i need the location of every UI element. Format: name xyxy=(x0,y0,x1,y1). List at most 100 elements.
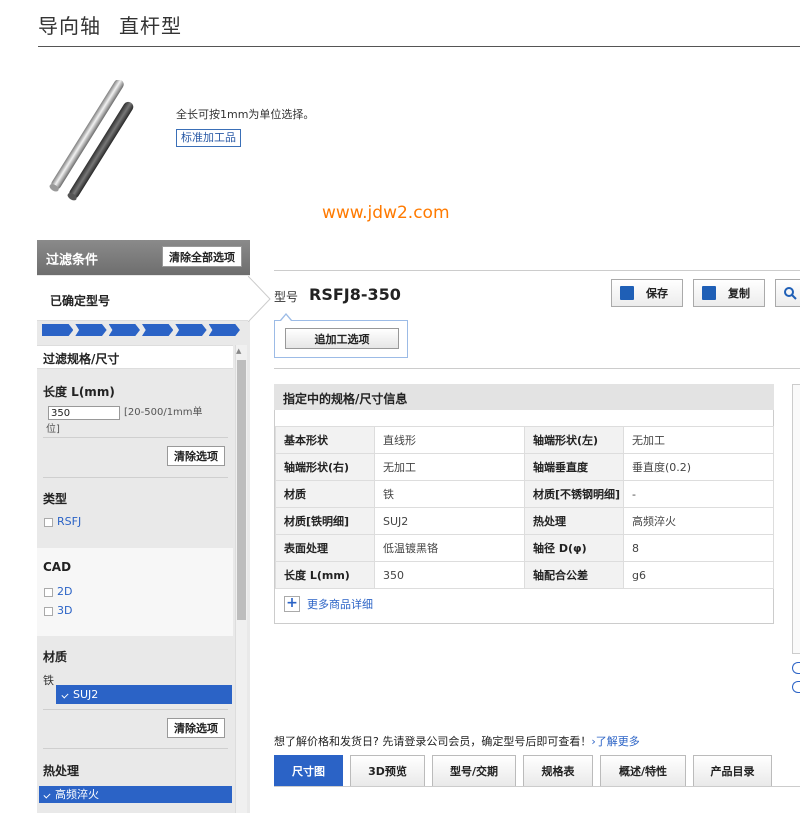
heat-option-label: 高频淬火 xyxy=(55,788,99,801)
copy-icon xyxy=(702,286,716,300)
confirmed-pointer-icon xyxy=(248,276,271,322)
callout-tip-inner xyxy=(281,315,291,321)
page-title-sub: 直杆型 xyxy=(119,14,182,38)
tab-label: 型号/交期 xyxy=(449,765,499,778)
main-divider xyxy=(274,270,800,271)
length-filter-title: 长度 L(mm) xyxy=(43,385,115,399)
spec-row: 长度 L(mm) 350 轴配合公差 g6 xyxy=(275,561,774,589)
cad-option-3d[interactable]: 3D xyxy=(44,604,72,617)
progress-step xyxy=(175,324,207,336)
spec-key: 基本形状 xyxy=(275,426,375,454)
add-processing-option-button[interactable]: 追加工选项 xyxy=(285,328,399,349)
page-title: 导向轴 直杆型 xyxy=(38,10,182,39)
spec-row: 材质铁材质[不锈钢明细] - xyxy=(275,480,774,508)
spec-row: 轴端形状(右) 无加工 轴端垂直度 垂直度(0.2) xyxy=(275,453,774,481)
spec-table: 基本形状 直线形 轴端形状(左) 无加工 轴端形状(右) 无加工 轴端垂直度 垂直度(0.2)… xyxy=(275,426,774,589)
divider xyxy=(43,477,228,478)
spec-info-title: 指定中的规格/尺寸信息 xyxy=(283,392,408,406)
spec-key: 长度 L(mm) xyxy=(275,561,375,589)
filter-title: 过滤条件 xyxy=(46,253,99,268)
progress-step xyxy=(42,324,74,336)
cad-option-2d[interactable]: 2D xyxy=(44,585,72,598)
checkbox-checked-icon xyxy=(42,790,51,800)
more-details-link[interactable]: + 更多商品详细 xyxy=(284,596,373,612)
progress-step xyxy=(208,324,240,336)
title-divider xyxy=(38,46,800,47)
spec-key: 轴配合公差 xyxy=(524,561,624,589)
spec-row: 表面处理 低温镀黑铬 轴径 D(φ) 8 xyxy=(275,534,774,562)
divider xyxy=(43,748,228,749)
progress-step xyxy=(141,324,174,336)
spec-key: 轴端垂直度 xyxy=(524,453,624,481)
material-clear-button[interactable]: 清除选项 xyxy=(167,718,225,738)
spec-value: 8 xyxy=(623,534,774,562)
type-filter-title: 类型 xyxy=(43,492,68,506)
spec-key: 表面处理 xyxy=(275,534,375,562)
login-notice: 想了解价格和发货日? 先请登录公司会员，确定型号后即可查看！›了解更多 xyxy=(274,733,640,749)
login-notice-text: 想了解价格和发货日? 先请登录公司会员，确定型号后即可查看！ xyxy=(274,735,592,748)
type-option-label: RSFJ xyxy=(57,515,82,528)
material-filter-title: 材质 xyxy=(43,650,68,664)
main-divider xyxy=(274,368,800,369)
side-panel-edge xyxy=(792,384,800,654)
spec-filter-label: 过滤规格/尺寸 xyxy=(43,352,120,366)
spec-key: 材质 xyxy=(275,480,375,508)
model-label: 型号 xyxy=(274,290,299,304)
copy-button[interactable]: 复制 xyxy=(693,279,765,307)
spec-key: 材质[不锈钢明细] xyxy=(524,480,624,508)
spec-value: - xyxy=(623,480,774,508)
product-description: 全长可按1mm为单位选择。 xyxy=(176,108,315,121)
length-range-hint-cont: 位] xyxy=(46,424,60,435)
spec-value: 低温镀黑铬 xyxy=(374,534,525,562)
cad-filter-title: CAD xyxy=(43,560,72,574)
confirmed-model-label: 已确定型号 xyxy=(50,294,111,308)
tab-catalog[interactable]: 产品目录 xyxy=(693,755,772,786)
tab-overview[interactable]: 概述/特性 xyxy=(600,755,686,786)
spec-value: 垂直度(0.2) xyxy=(623,453,774,481)
tab-spec-sheet[interactable]: 规格表 xyxy=(523,755,593,786)
type-option-rsfj[interactable]: RSFJ xyxy=(44,515,81,528)
progress-steps xyxy=(42,324,242,336)
tab-3d-preview[interactable]: 3D预览 xyxy=(350,755,425,786)
scroll-up-icon[interactable]: ▲ xyxy=(236,347,241,355)
checkbox-icon xyxy=(44,606,53,616)
save-button[interactable]: 保存 xyxy=(611,279,683,307)
length-input[interactable] xyxy=(48,406,120,420)
spec-value: 直线形 xyxy=(374,426,525,454)
search-button[interactable] xyxy=(775,279,800,307)
spec-row: 基本形状 直线形 轴端形状(左) 无加工 xyxy=(275,426,774,454)
tab-model-delivery[interactable]: 型号/交期 xyxy=(432,755,516,786)
progress-step xyxy=(108,324,140,336)
side-info-icon[interactable] xyxy=(792,662,800,674)
material-option-suj2[interactable]: SUJ2 xyxy=(56,685,232,704)
save-button-label: 保存 xyxy=(646,287,668,300)
spec-key: 材质[铁明细] xyxy=(275,507,375,535)
learn-more-link[interactable]: ›了解更多 xyxy=(591,735,639,748)
standard-processing-tag[interactable]: 标准加工品 xyxy=(176,129,241,147)
plus-icon: + xyxy=(284,596,300,612)
spec-key: 轴端形状(左) xyxy=(524,426,624,454)
search-icon xyxy=(784,287,797,300)
cad-option-label: 2D xyxy=(57,585,73,598)
spec-value: SUJ2 xyxy=(374,507,525,535)
side-info-icon[interactable] xyxy=(792,681,800,693)
site-watermark: www.jdw2.com xyxy=(322,203,450,223)
copy-button-label: 复制 xyxy=(728,287,750,300)
clear-all-button[interactable]: 清除全部选项 xyxy=(162,246,242,267)
page-title-main: 导向轴 xyxy=(38,14,101,38)
material-option-label: SUJ2 xyxy=(73,688,99,701)
checkbox-checked-icon xyxy=(60,690,69,700)
tab-dimension-drawing[interactable]: 尺寸图 xyxy=(274,755,343,786)
more-details-label: 更多商品详细 xyxy=(307,598,373,611)
checkbox-icon xyxy=(44,517,53,527)
spec-value: 无加工 xyxy=(374,453,525,481)
material-group-label: 铁 xyxy=(43,674,54,687)
length-clear-button[interactable]: 清除选项 xyxy=(167,446,225,466)
heat-option-induction[interactable]: 高频淬火 xyxy=(39,786,232,803)
spec-key: 热处理 xyxy=(524,507,624,535)
tab-label: 3D预览 xyxy=(368,765,407,778)
tab-label: 尺寸图 xyxy=(292,765,325,778)
spec-value: g6 xyxy=(623,561,774,589)
product-image xyxy=(49,80,134,201)
sidebar-scroll-thumb[interactable] xyxy=(237,360,246,620)
